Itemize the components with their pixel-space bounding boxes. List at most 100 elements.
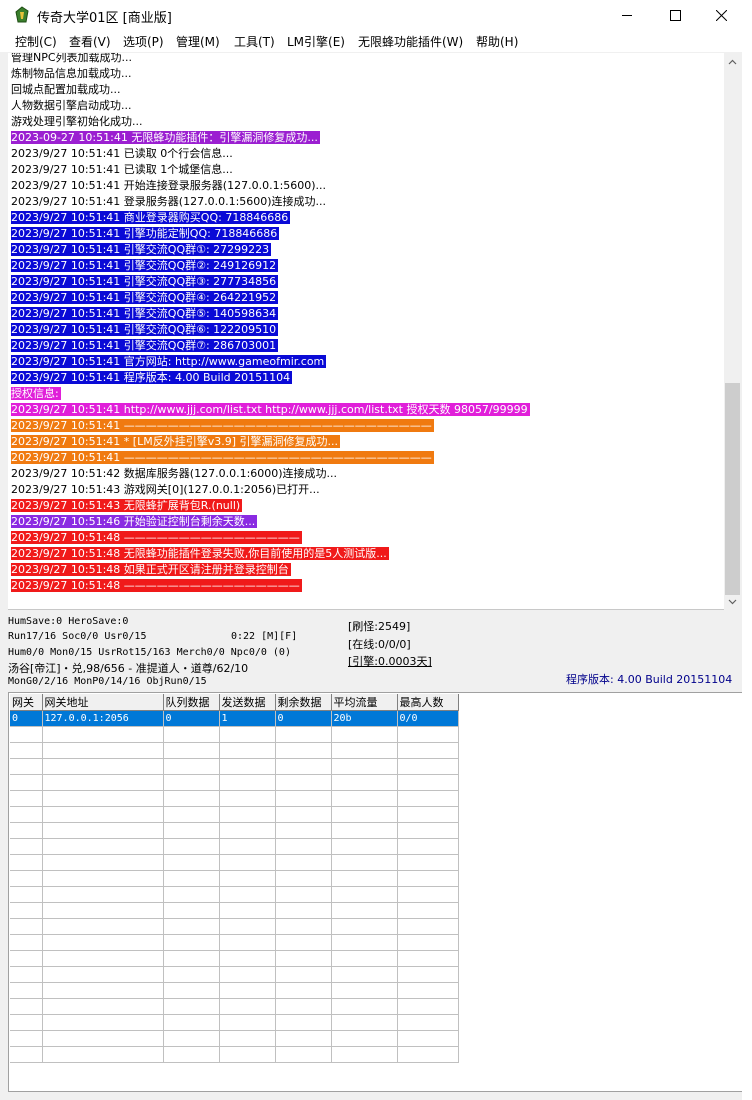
grid-column-header[interactable]: 网关 [10, 694, 43, 711]
grid-cell[interactable] [10, 806, 43, 823]
grid-cell[interactable] [42, 966, 164, 983]
grid-row[interactable] [10, 822, 459, 839]
grid-cell[interactable] [275, 998, 332, 1015]
grid-cell[interactable] [10, 1030, 43, 1047]
server-log[interactable]: 管理NPC列表加载成功... 炼制物品信息加载成功... 回城点配置加载成功... 人… [8, 53, 724, 610]
grid-cell[interactable] [397, 902, 459, 919]
grid-row[interactable] [10, 918, 459, 935]
grid-column-header[interactable]: 队列数据 [163, 694, 220, 711]
grid-cell[interactable] [10, 758, 43, 775]
grid-cell[interactable] [331, 870, 398, 887]
grid-cell[interactable] [163, 870, 220, 887]
grid-cell[interactable] [10, 726, 43, 743]
grid-cell[interactable] [219, 950, 276, 967]
grid-cell[interactable] [10, 966, 43, 983]
grid-cell[interactable] [10, 790, 43, 807]
grid-cell[interactable] [331, 934, 398, 951]
grid-cell[interactable] [397, 966, 459, 983]
grid-cell[interactable] [397, 934, 459, 951]
gateway-grid[interactable]: 网关 网关地址 队列数据 发送数据 剩余数据 平均流量 最高人数 0 127.0.0.1:20… [8, 692, 744, 1092]
grid-cell[interactable] [331, 1014, 398, 1031]
grid-cell[interactable] [42, 806, 164, 823]
grid-cell[interactable] [331, 742, 398, 759]
grid-cell[interactable] [331, 982, 398, 999]
grid-row[interactable] [10, 1046, 459, 1063]
grid-cell[interactable] [42, 886, 164, 903]
grid-cell[interactable] [275, 774, 332, 791]
grid-row[interactable] [10, 966, 459, 983]
grid-cell[interactable] [163, 854, 220, 871]
grid-row[interactable] [10, 854, 459, 871]
grid-cell[interactable] [42, 742, 164, 759]
grid-cell[interactable] [163, 886, 220, 903]
grid-cell[interactable] [331, 758, 398, 775]
grid-column-header[interactable]: 发送数据 [219, 694, 276, 711]
grid-cell[interactable] [275, 950, 332, 967]
grid-cell[interactable] [331, 966, 398, 983]
grid-cell[interactable] [331, 838, 398, 855]
grid-cell[interactable] [163, 822, 220, 839]
grid-row[interactable] [10, 950, 459, 967]
grid-cell[interactable] [331, 950, 398, 967]
grid-cell[interactable] [275, 886, 332, 903]
grid-cell[interactable] [275, 870, 332, 887]
grid-cell[interactable] [275, 806, 332, 823]
grid-cell[interactable] [397, 870, 459, 887]
menu-manage[interactable]: 管理(M) [176, 33, 220, 50]
grid-cell[interactable] [42, 854, 164, 871]
grid-cell[interactable] [219, 822, 276, 839]
menu-options[interactable]: 选项(P) [123, 33, 164, 50]
grid-cell[interactable] [42, 1014, 164, 1031]
grid-cell[interactable] [10, 902, 43, 919]
minimize-button-2[interactable] [604, 0, 650, 30]
grid-cell[interactable] [275, 982, 332, 999]
grid-row[interactable] [10, 934, 459, 951]
grid-cell[interactable] [163, 806, 220, 823]
grid-cell[interactable] [163, 774, 220, 791]
grid-row[interactable] [10, 838, 459, 855]
grid-cell[interactable] [163, 1046, 220, 1063]
grid-cell[interactable] [42, 1046, 164, 1063]
grid-cell[interactable] [10, 822, 43, 839]
grid-cell[interactable] [397, 726, 459, 743]
grid-cell[interactable] [163, 838, 220, 855]
grid-cell[interactable] [163, 950, 220, 967]
grid-cell[interactable] [163, 726, 220, 743]
grid-cell[interactable] [10, 998, 43, 1015]
grid-cell[interactable]: 0 [275, 710, 332, 727]
grid-cell[interactable] [331, 726, 398, 743]
grid-row[interactable] [10, 742, 459, 759]
grid-cell[interactable] [331, 1046, 398, 1063]
grid-row[interactable] [10, 902, 459, 919]
grid-cell[interactable] [219, 966, 276, 983]
grid-cell[interactable] [331, 822, 398, 839]
grid-row[interactable] [10, 870, 459, 887]
grid-row[interactable] [10, 998, 459, 1015]
grid-cell[interactable] [42, 982, 164, 999]
grid-cell[interactable] [42, 998, 164, 1015]
grid-cell[interactable] [219, 934, 276, 951]
grid-cell[interactable] [275, 726, 332, 743]
grid-cell[interactable] [163, 1030, 220, 1047]
grid-cell[interactable] [219, 774, 276, 791]
grid-cell[interactable] [42, 758, 164, 775]
grid-cell[interactable] [275, 902, 332, 919]
grid-cell[interactable] [275, 822, 332, 839]
menu-tools[interactable]: 工具(T) [234, 33, 275, 50]
grid-cell[interactable] [331, 918, 398, 935]
grid-cell[interactable] [275, 1030, 332, 1047]
grid-cell[interactable] [10, 982, 43, 999]
grid-cell[interactable] [397, 1046, 459, 1063]
grid-cell[interactable] [10, 1014, 43, 1031]
grid-row[interactable] [10, 1014, 459, 1031]
menu-wuxianfeng-plugin[interactable]: 无限蜂功能插件(W) [358, 33, 463, 50]
grid-cell[interactable] [331, 854, 398, 871]
grid-cell[interactable] [275, 790, 332, 807]
grid-cell[interactable] [42, 870, 164, 887]
grid-cell[interactable] [397, 1014, 459, 1031]
grid-cell[interactable] [397, 838, 459, 855]
grid-cell[interactable] [163, 902, 220, 919]
grid-cell[interactable] [42, 1030, 164, 1047]
grid-cell[interactable] [397, 854, 459, 871]
grid-cell[interactable] [10, 870, 43, 887]
